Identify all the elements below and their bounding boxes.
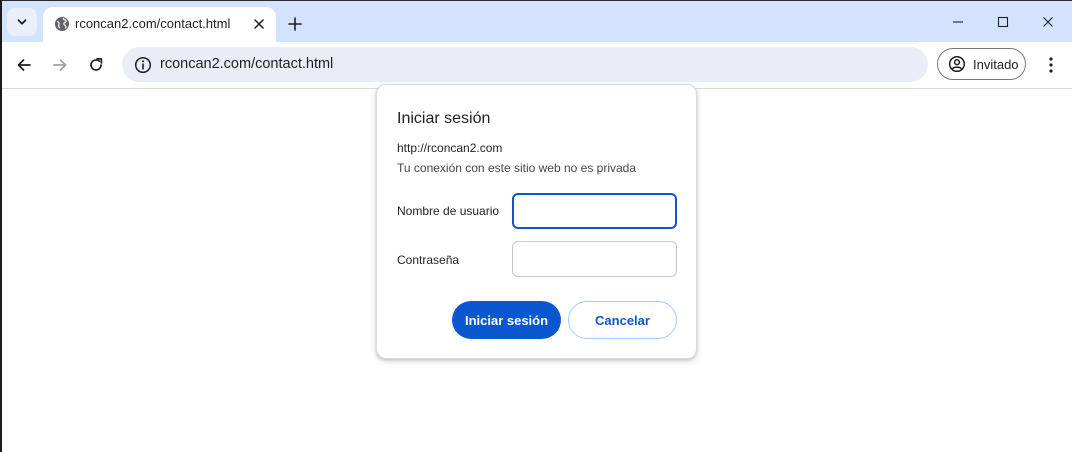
globe-icon [55, 17, 69, 31]
dialog-origin: http://rconcan2.com [397, 141, 503, 155]
plus-icon [288, 17, 302, 31]
reload-icon [90, 57, 103, 71]
close-window-button[interactable] [1025, 5, 1071, 39]
arrow-left-icon [17, 59, 31, 71]
tab-strip: rconcan2.com/contact.html [2, 1, 1072, 42]
active-tab[interactable]: rconcan2.com/contact.html [43, 7, 276, 42]
username-field[interactable] [512, 193, 677, 229]
forward-button[interactable] [45, 50, 75, 80]
address-bar[interactable]: rconcan2.com/contact.html [122, 47, 928, 82]
login-dialog: Iniciar sesión http://rconcan2.com Tu co… [376, 84, 697, 359]
reload-button[interactable] [81, 50, 111, 80]
close-icon [254, 19, 264, 29]
password-field[interactable] [512, 241, 677, 277]
back-button[interactable] [9, 50, 39, 80]
tab-search-button[interactable] [7, 8, 37, 36]
close-icon [1043, 17, 1053, 27]
sign-in-button[interactable]: Iniciar sesión [452, 301, 561, 339]
dialog-privacy-note: Tu conexión con este sitio web no es pri… [397, 161, 637, 175]
account-circle-icon [948, 55, 966, 73]
tab-close-button[interactable] [249, 14, 269, 34]
tab-title: rconcan2.com/contact.html [75, 16, 231, 31]
profile-label: Invitado [973, 56, 1019, 72]
dialog-title: Iniciar sesión [397, 110, 491, 127]
cancel-button[interactable]: Cancelar [568, 301, 677, 339]
new-tab-button[interactable] [283, 12, 307, 36]
username-label: Nombre de usuario [397, 204, 500, 218]
minimize-button[interactable] [935, 5, 981, 39]
browser-menu-button[interactable] [1038, 51, 1064, 79]
profile-button[interactable]: Invitado [937, 48, 1026, 80]
address-bar-url: rconcan2.com/contact.html [160, 56, 334, 72]
maximize-button[interactable] [980, 5, 1026, 39]
info-icon[interactable] [134, 56, 152, 74]
more-vert-icon [1049, 57, 1053, 73]
chevron-down-icon [17, 19, 27, 25]
password-label: Contraseña [397, 253, 460, 267]
arrow-right-icon [53, 59, 67, 71]
minimize-icon [953, 21, 963, 23]
maximize-icon [997, 16, 1009, 28]
browser-toolbar: rconcan2.com/contact.html Invitado [2, 42, 1072, 89]
